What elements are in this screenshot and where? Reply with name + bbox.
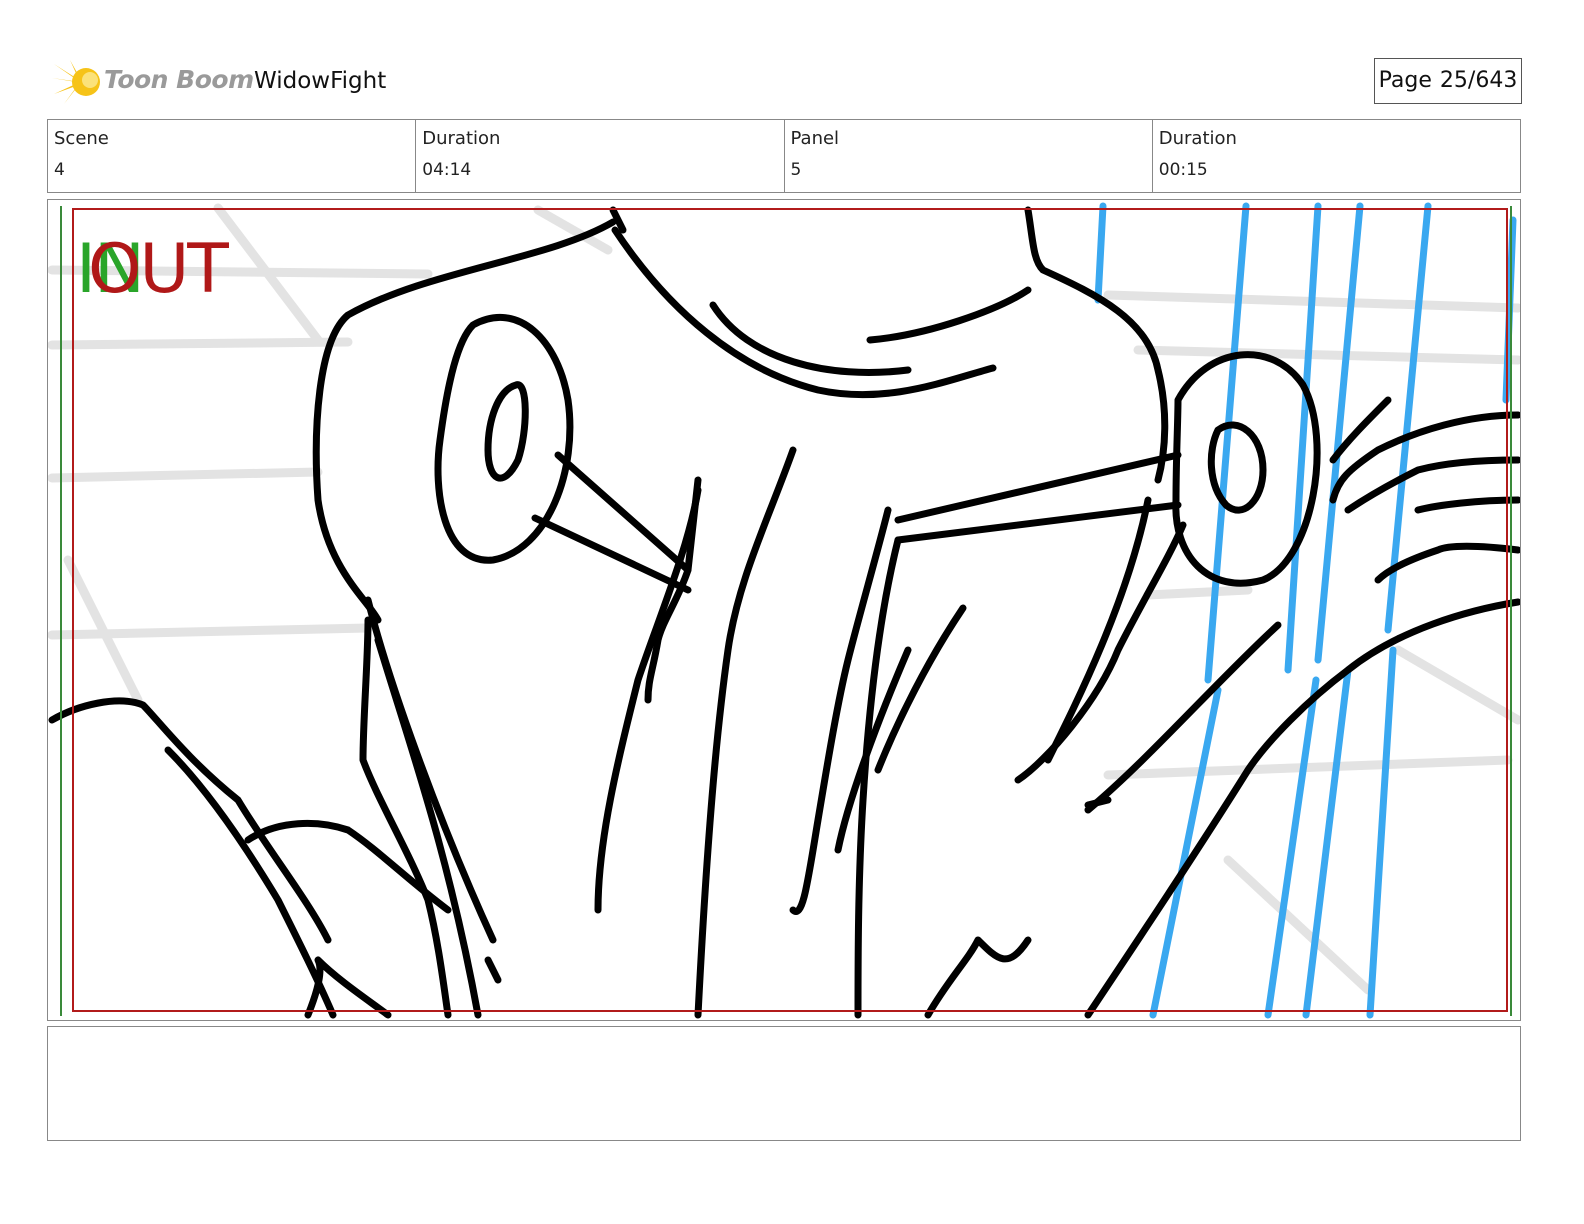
page-indicator: Page 25/643 — [1374, 58, 1522, 104]
in-out-marker: IN OUT — [76, 230, 276, 310]
panel-label: Panel — [790, 128, 840, 149]
panel-duration-label: Duration — [1158, 128, 1237, 149]
project-title: WidowFight — [254, 68, 387, 94]
page-header: Toon Boom WidowFight Page 25/643 — [48, 56, 1536, 108]
scene-value: 4 — [54, 160, 65, 180]
brand-name: Toon Boom — [104, 65, 254, 94]
out-label: OUT — [88, 230, 229, 309]
panel-notes — [47, 1026, 1521, 1141]
panel-duration-value: 00:15 — [1158, 160, 1208, 180]
panel-duration-cell: Duration 00:15 — [1153, 120, 1520, 192]
scene-info-table: Scene 4 Duration 04:14 Panel 5 Duration … — [47, 119, 1521, 193]
toon-boom-logo-icon — [52, 60, 100, 104]
scene-duration-value: 04:14 — [422, 160, 472, 180]
scene-label: Scene — [54, 128, 109, 149]
storyboard-panel: IN OUT — [47, 199, 1521, 1021]
scene-cell: Scene 4 — [48, 120, 417, 192]
panel-value: 5 — [790, 160, 802, 180]
scene-duration-label: Duration — [422, 128, 501, 149]
title-safe-frame — [72, 208, 1508, 1012]
scene-duration-cell: Duration 04:14 — [416, 120, 785, 192]
page-label: Page — [1378, 68, 1432, 93]
panel-cell: Panel 5 — [785, 120, 1153, 192]
page-value: 25/643 — [1439, 68, 1518, 93]
